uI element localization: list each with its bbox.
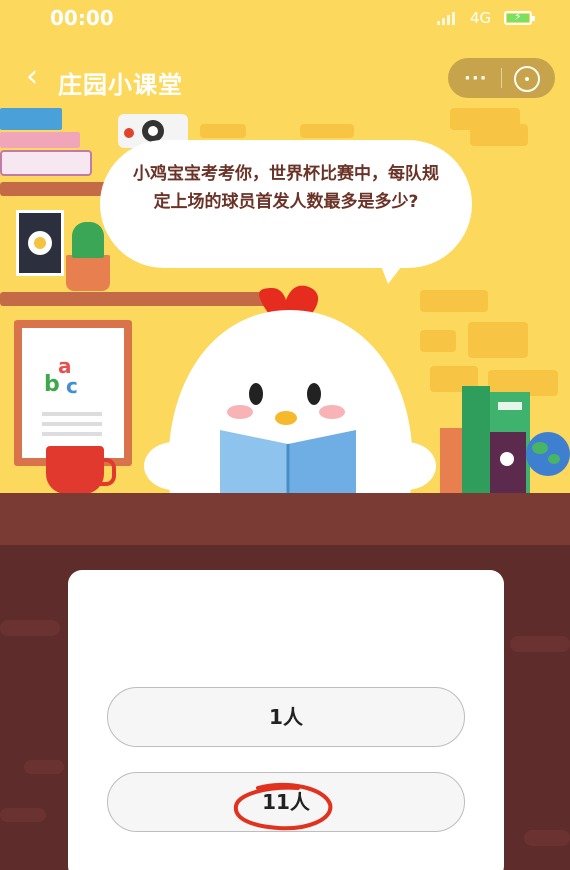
wall-brick xyxy=(300,124,354,138)
more-button[interactable]: ··· xyxy=(464,68,488,89)
book-icon xyxy=(490,432,526,494)
mug-handle-icon xyxy=(96,458,116,486)
poster-letter-c: c xyxy=(66,374,78,398)
network-type: 4G xyxy=(470,9,492,27)
table-grain xyxy=(510,636,570,652)
table-grain xyxy=(0,620,60,636)
mini-program-capsule: ··· xyxy=(448,58,555,98)
cactus-icon xyxy=(72,222,104,258)
capsule-divider xyxy=(501,68,502,88)
signal-icon xyxy=(437,12,455,25)
chevron-left-icon[interactable]: ‹ xyxy=(26,62,38,92)
table-grain xyxy=(524,830,570,846)
answer-option-1[interactable]: 1人 xyxy=(107,687,465,747)
book-icon xyxy=(462,386,490,494)
status-bar: 00:00 4G ⚡ xyxy=(0,0,570,40)
wall-brick xyxy=(470,124,528,146)
close-icon[interactable] xyxy=(514,66,540,92)
page-title[interactable]: 庄园小课堂 xyxy=(58,65,183,100)
nav-bar: ‹ 庄园小课堂 ··· xyxy=(0,52,570,104)
wall-brick xyxy=(468,322,528,358)
hand-drawn-circle-mark xyxy=(233,782,333,831)
book-icon xyxy=(0,108,62,130)
poster-letter-b: b xyxy=(44,372,60,397)
quiz-scene: 00:00 4G ⚡ ‹ 庄园小课堂 ··· a b c 小鸡宝宝考考你，世界杯… xyxy=(0,0,570,870)
upper-shelf xyxy=(0,182,110,196)
globe-icon xyxy=(526,432,570,476)
quiz-question: 小鸡宝宝考考你，世界杯比赛中，每队规定上场的球员首发人数最多是多少? xyxy=(133,164,439,212)
cactus-pot-icon xyxy=(66,255,110,291)
speech-bubble-tail xyxy=(378,258,408,284)
book-icon xyxy=(0,132,80,148)
book-icon xyxy=(440,428,464,494)
chick-mascot xyxy=(144,285,436,495)
alphabet-poster: a b c xyxy=(14,320,132,466)
status-time: 00:00 xyxy=(50,6,114,30)
table-grain xyxy=(24,760,64,774)
battery-icon: ⚡ xyxy=(504,10,535,25)
book-icon xyxy=(0,150,92,176)
table-grain xyxy=(0,808,46,822)
wall-brick xyxy=(200,124,246,138)
photo-frame xyxy=(16,210,64,276)
